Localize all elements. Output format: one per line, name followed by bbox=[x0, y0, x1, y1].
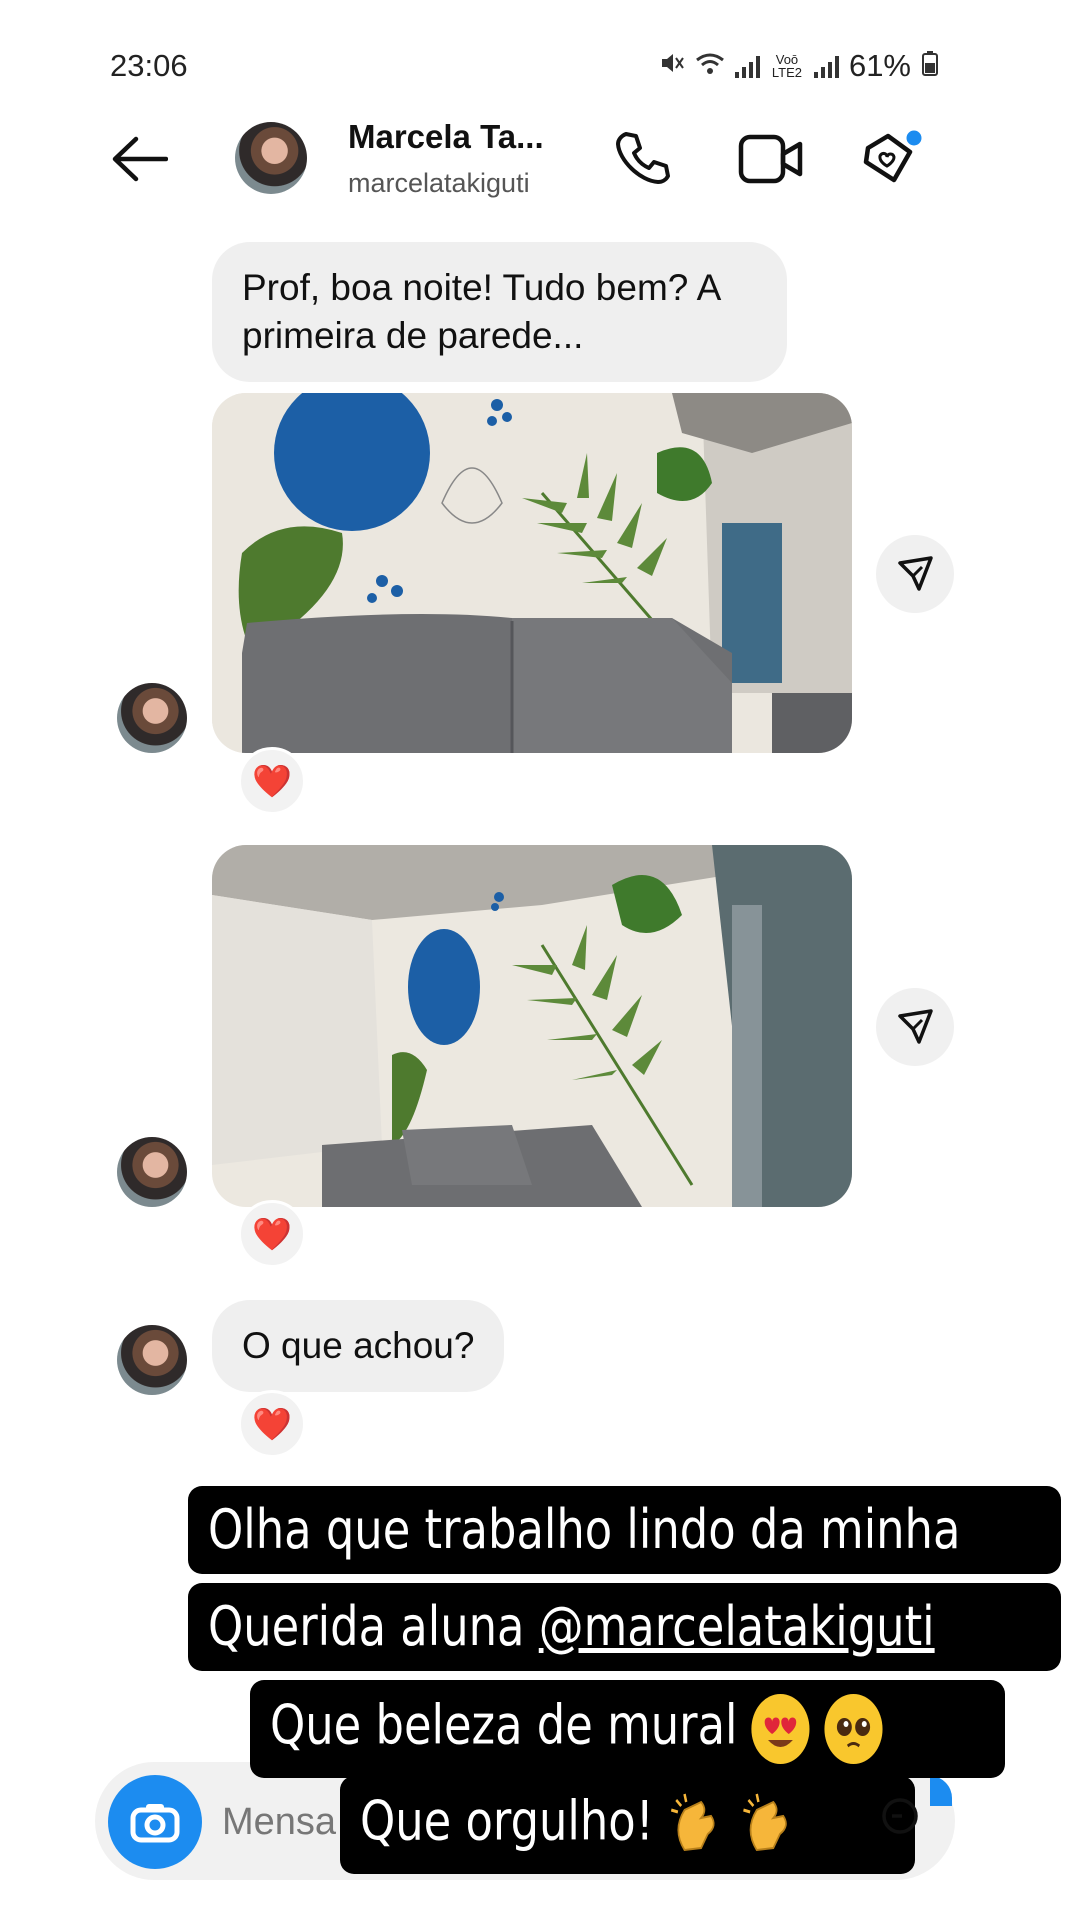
clapping-hands-emoji-icon-2 bbox=[740, 1790, 798, 1860]
status-icons: Voō LTE2 61% bbox=[659, 48, 939, 84]
caption-text-2: Querida aluna @marcelatakiguti bbox=[208, 1597, 935, 1657]
caption-line-1: Olha que trabalho lindo da minha bbox=[188, 1486, 1061, 1574]
contact-name[interactable]: Marcela Ta... bbox=[348, 118, 544, 156]
contact-avatar[interactable] bbox=[235, 122, 307, 194]
composer-accent bbox=[930, 1776, 952, 1806]
caption-text-4a: Que orgulho! bbox=[360, 1789, 654, 1853]
mural-photo-2[interactable] bbox=[212, 845, 852, 1207]
message-bubble[interactable]: Prof, boa noite! Tudo bem? A primeira de… bbox=[212, 242, 787, 382]
sender-avatar-3[interactable] bbox=[117, 1325, 187, 1395]
heart-reaction-2[interactable]: ❤️ bbox=[238, 1200, 306, 1268]
heart-eyes-emoji-icon bbox=[751, 1694, 810, 1764]
caption-text-3a: Que beleza de mural bbox=[270, 1693, 738, 1757]
arrow-left-icon[interactable] bbox=[110, 136, 168, 182]
heart-tag-icon[interactable] bbox=[858, 126, 924, 192]
heart-icon: ❤️ bbox=[252, 1406, 292, 1442]
sender-avatar[interactable] bbox=[117, 683, 187, 753]
signal-icon bbox=[734, 54, 760, 78]
wifi-icon bbox=[695, 48, 725, 84]
camera-button[interactable] bbox=[108, 1775, 202, 1869]
caption-text-4: Que orgulho! bbox=[360, 1790, 798, 1860]
message-input[interactable]: Mensa bbox=[222, 1801, 336, 1844]
caption-line-2: Querida aluna @marcelatakiguti bbox=[188, 1583, 1061, 1671]
video-camera-icon[interactable] bbox=[738, 132, 804, 186]
mural-image-2 bbox=[212, 845, 852, 1207]
clapping-hands-emoji-icon bbox=[668, 1790, 726, 1860]
battery-icon bbox=[921, 48, 939, 84]
message-bubble-2[interactable]: O que achou? bbox=[212, 1300, 505, 1392]
caption-text-2a: Querida aluna bbox=[208, 1595, 539, 1658]
status-time: 23:06 bbox=[110, 48, 188, 83]
mute-icon bbox=[659, 48, 685, 84]
heart-icon: ❤️ bbox=[252, 763, 292, 799]
sticker-icon[interactable] bbox=[880, 1796, 920, 1841]
mural-image bbox=[212, 393, 852, 753]
caption-text-1: Olha que trabalho lindo da minha bbox=[208, 1498, 961, 1561]
share-button[interactable] bbox=[876, 535, 954, 613]
heart-reaction[interactable]: ❤️ bbox=[238, 747, 306, 815]
phone-icon[interactable] bbox=[612, 128, 672, 188]
send-icon bbox=[898, 1009, 933, 1044]
signal-icon-2 bbox=[813, 54, 839, 78]
contact-username[interactable]: marcelatakiguti bbox=[348, 168, 530, 199]
caption-text-3: Que beleza de mural bbox=[270, 1693, 883, 1764]
camera-icon bbox=[130, 1804, 180, 1843]
network-label: Voō LTE2 bbox=[771, 52, 802, 80]
share-button-2[interactable] bbox=[876, 988, 954, 1066]
mural-photo[interactable] bbox=[212, 393, 852, 753]
pleading-face-emoji-icon bbox=[824, 1694, 883, 1764]
send-icon bbox=[898, 556, 933, 591]
heart-reaction-3[interactable]: ❤️ bbox=[238, 1390, 306, 1458]
caption-line-4: Que orgulho! bbox=[340, 1776, 915, 1874]
heart-icon: ❤️ bbox=[252, 1216, 292, 1252]
sender-avatar-2[interactable] bbox=[117, 1137, 187, 1207]
caption-line-3: Que beleza de mural bbox=[250, 1680, 1005, 1778]
mention-link[interactable]: @marcelatakiguti bbox=[539, 1595, 935, 1658]
battery-percent: 61% bbox=[848, 48, 911, 83]
